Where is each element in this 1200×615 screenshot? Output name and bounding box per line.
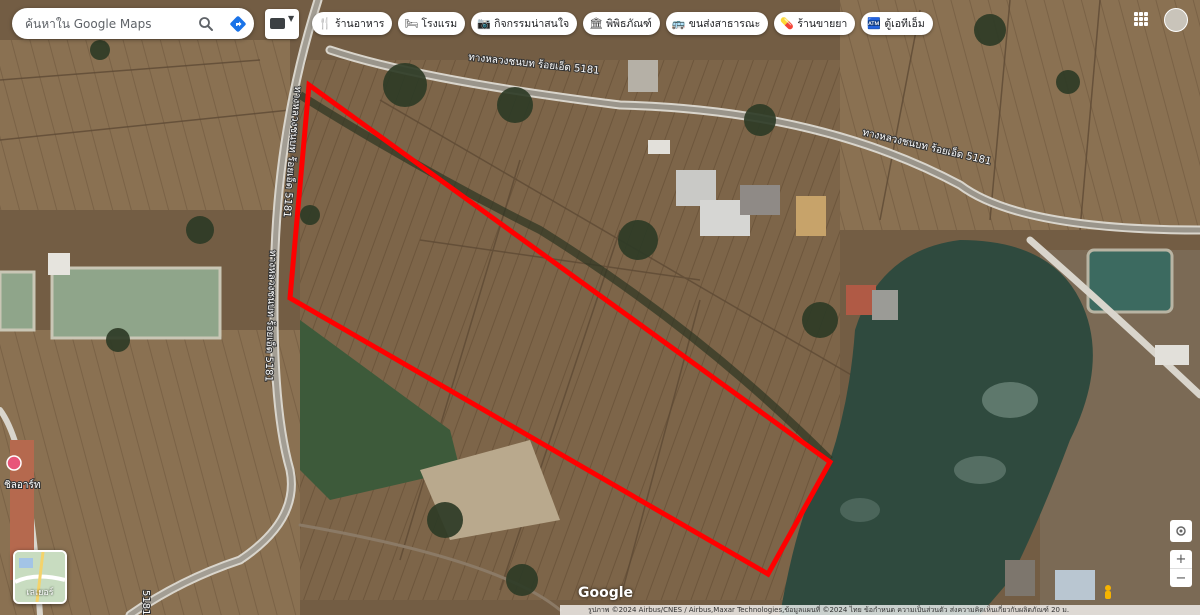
camera-icon: 📷 <box>477 17 491 30</box>
crosshair-icon <box>1176 526 1186 536</box>
chip-restaurants[interactable]: 🍴 ร้านอาหาร <box>312 12 393 35</box>
fork-knife-icon: 🍴 <box>318 17 332 30</box>
attribution-bar: รูปภาพ ©2024 Airbus/CNES / Airbus,Maxar … <box>560 605 1200 615</box>
search-box <box>12 8 254 39</box>
chip-museums[interactable]: 🏛 พิพิธภัณฑ์ <box>583 12 660 35</box>
directions-icon[interactable] <box>228 14 248 34</box>
minus-icon: − <box>1175 570 1187 586</box>
poi-label: ชิลอาร์ท <box>4 479 41 491</box>
plus-icon: + <box>1175 551 1187 567</box>
chip-things-to-do[interactable]: 📷 กิจกรรมน่าสนใจ <box>471 12 578 35</box>
search-icon[interactable] <box>196 14 216 34</box>
my-location-button[interactable] <box>1170 520 1192 542</box>
chip-label: โรงแรม <box>421 18 458 30</box>
apps-grid-icon[interactable] <box>1134 12 1148 26</box>
avatar[interactable] <box>1164 8 1188 32</box>
road-label-bottom-left: 5181 <box>140 590 151 615</box>
search-input[interactable] <box>25 16 193 31</box>
chip-hotels[interactable]: 🛏 โรงแรม <box>398 12 466 35</box>
chip-label: ร้านอาหาร <box>335 18 385 30</box>
zoom-in-button[interactable]: + <box>1170 550 1192 569</box>
google-logo: Google <box>578 585 634 601</box>
chip-pharmacies[interactable]: 💊 ร้านขายยา <box>774 12 856 35</box>
chip-label: พิพิธภัณฑ์ <box>606 18 652 30</box>
museum-icon: 🏛 <box>589 17 604 30</box>
bed-icon: 🛏 <box>404 17 419 30</box>
chip-atms[interactable]: 🏧 ตู้เอทีเอ็ม <box>861 12 933 35</box>
map-controls: + − <box>1170 520 1192 587</box>
chip-label: ขนส่งสาธารณะ <box>688 18 761 30</box>
chip-label: ตู้เอทีเอ็ม <box>884 18 925 30</box>
chip-label: กิจกรรมน่าสนใจ <box>494 18 570 30</box>
pegman-icon[interactable] <box>1100 584 1116 602</box>
keyboard-icon <box>270 18 285 29</box>
chip-transit[interactable]: 🚌 ขนส่งสาธารณะ <box>665 12 769 35</box>
satellite-map[interactable]: ทางหลวงชนบท ร้อยเอ็ด 5181 ทางหลวงชนบท ร้… <box>0 0 1200 615</box>
pharmacy-icon: 💊 <box>780 17 795 30</box>
chip-label: ร้านขายยา <box>797 18 848 30</box>
transit-icon: 🚌 <box>671 17 686 30</box>
layers-button[interactable]: เลเยอร์ <box>13 550 67 604</box>
zoom-out-button[interactable]: − <box>1170 569 1192 587</box>
category-chips: 🍴 ร้านอาหาร 🛏 โรงแรม 📷 กิจกรรมน่าสนใจ 🏛 พิพิ… <box>312 12 933 35</box>
keyboard-toggle-button[interactable]: ▼ <box>265 9 299 39</box>
chevron-down-icon: ▼ <box>288 14 295 23</box>
layers-label: เลเยอร์ <box>26 588 54 598</box>
atm-icon: 🏧 <box>867 17 882 30</box>
